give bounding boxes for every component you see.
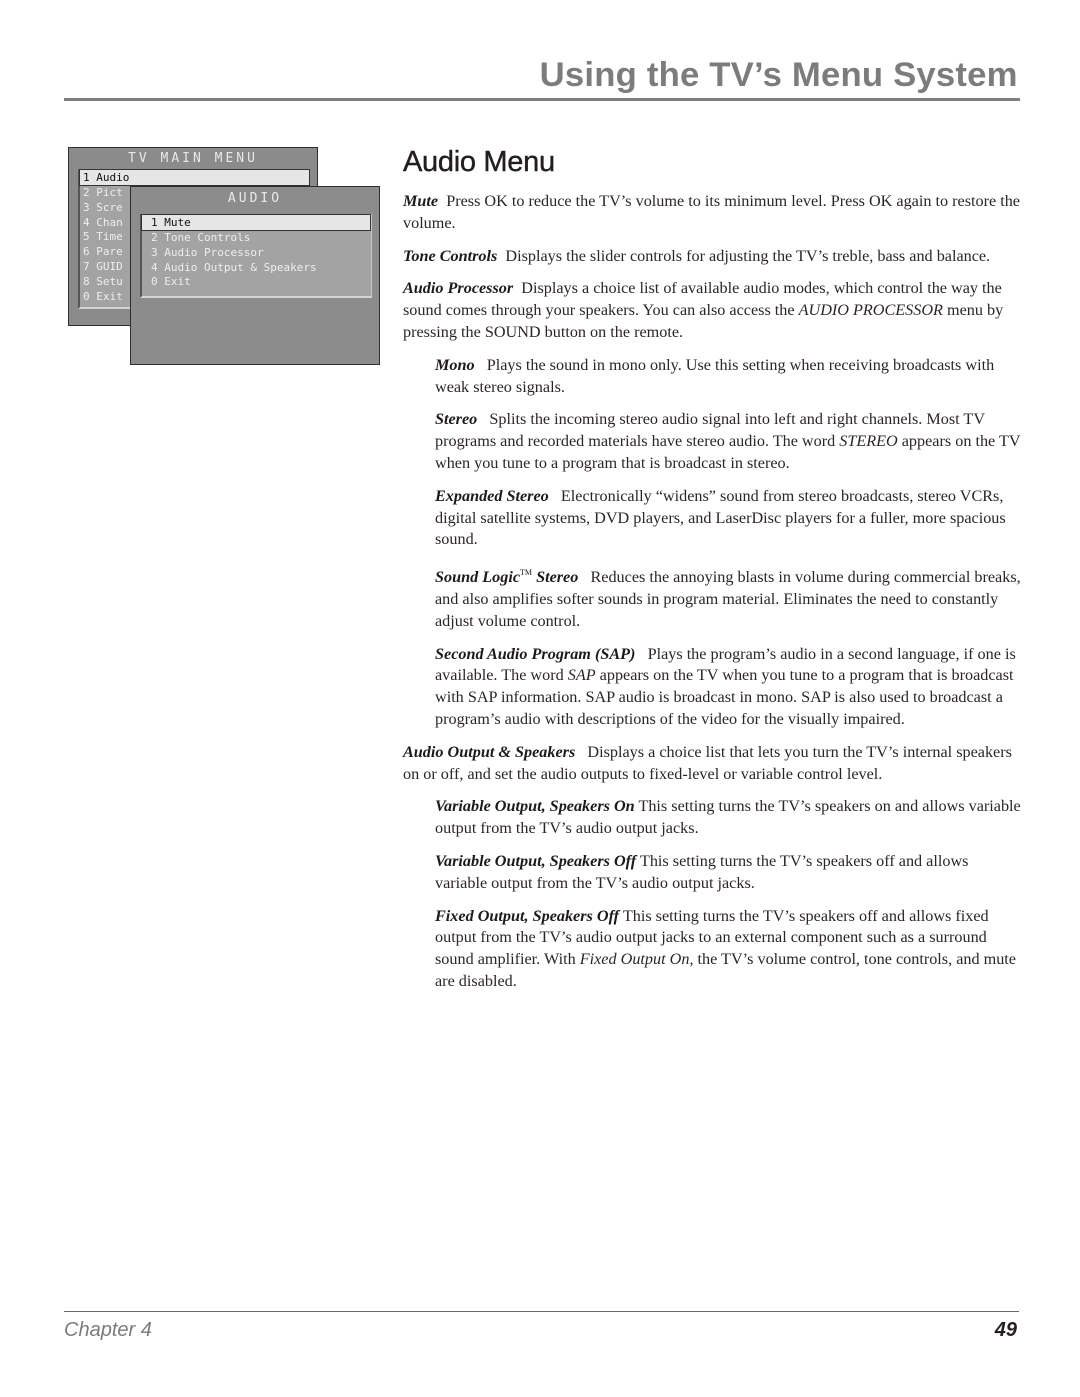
term: Audio Processor — [403, 279, 514, 298]
paragraph-sound-logic-stereo: Sound LogicTM Stereo Reduces the annoyin… — [435, 562, 1023, 632]
main-content: Audio Menu Mute Press OK to reduce the T… — [403, 146, 1023, 1004]
paragraph-audio-processor: Audio Processor Displays a choice list o… — [403, 278, 1023, 343]
page-footer: Chapter 4 49 — [64, 1311, 1019, 1341]
term: Mute — [403, 192, 439, 210]
audio-menu-item: 2 Tone Controls — [151, 231, 251, 244]
paragraph-variable-output-speakers-off: Variable Output, Speakers Off This setti… — [435, 851, 1023, 895]
paragraph-tone-controls: Tone Controls Displays the slider contro… — [403, 246, 1023, 268]
paragraph-fixed-output-speakers-off: Fixed Output, Speakers Off This setting … — [435, 906, 1023, 993]
emphasis: AUDIO PROCESSOR — [798, 301, 943, 320]
header-rule — [64, 98, 1020, 101]
chapter-label: Chapter 4 — [64, 1319, 152, 1341]
paragraph-sap: Second Audio Program (SAP) Plays the pro… — [435, 644, 1023, 731]
tv-audio-menu: AUDIO 1 Mute 2 Tone Controls 3 Audio Pro… — [130, 186, 380, 365]
paragraph-expanded-stereo: Expanded Stereo Electronically “widens” … — [435, 486, 1023, 551]
term: Variable Output, Speakers On — [435, 797, 635, 816]
term-part: Sound Logic — [435, 568, 521, 587]
audio-menu-item: 4 Audio Output & Speakers — [151, 260, 317, 274]
page-header: Using the TV’s Menu System — [64, 56, 1020, 101]
paragraph-variable-output-speakers-on: Variable Output, Speakers On This settin… — [435, 796, 1023, 840]
audio-menu-list: 1 Mute 2 Tone Controls 3 Audio Processor… — [140, 214, 372, 298]
term: Variable Output, Speakers Off — [435, 851, 637, 870]
term: Stereo — [435, 410, 478, 429]
term: Sound LogicTM Stereo — [435, 568, 578, 586]
audio-menu-title: AUDIO — [227, 191, 283, 206]
description: Plays the sound in mono only. Use this s… — [435, 355, 995, 396]
emphasis: STEREO — [839, 432, 898, 451]
term: Audio Output & Speakers — [403, 742, 576, 761]
main-menu-title: TV MAIN MENU — [128, 151, 258, 166]
term: Fixed Output, Speakers Off — [435, 906, 620, 925]
paragraph-audio-output-speakers: Audio Output & Speakers Displays a choic… — [403, 742, 1023, 786]
trademark-symbol: TM — [520, 568, 533, 578]
description: Displays the slider controls for adjusti… — [505, 246, 991, 265]
description: Press OK to reduce the TV’s volume to it… — [403, 192, 1020, 232]
term-part: Stereo — [532, 568, 579, 587]
footer-rule — [64, 1311, 1019, 1312]
term: Tone Controls — [403, 246, 498, 265]
main-menu-item: 1 Audio — [79, 169, 310, 186]
audio-menu-item: 3 Audio Processor — [151, 245, 264, 259]
tv-menu-illustration: TV MAIN MENU 1 Audio 2 Pict 3 Scre 4 Cha… — [68, 147, 380, 365]
emphasis: SAP — [567, 666, 596, 685]
term: Mono — [435, 355, 475, 374]
paragraph-mute: Mute Press OK to reduce the TV’s volume … — [403, 191, 1023, 235]
page-header-title: Using the TV’s Menu System — [539, 56, 1018, 94]
audio-menu-item: 1 Mute — [141, 214, 371, 231]
emphasis: Fixed Output On — [579, 950, 690, 969]
term: Expanded Stereo — [435, 486, 549, 505]
page-number: 49 — [994, 1319, 1017, 1341]
paragraph-mono: Mono Plays the sound in mono only. Use t… — [435, 355, 1023, 399]
paragraph-stereo: Stereo Splits the incoming stereo audio … — [435, 409, 1023, 474]
section-title: Audio Menu — [403, 146, 555, 178]
term: Second Audio Program (SAP) — [435, 644, 636, 663]
audio-menu-item: 0 Exit — [151, 275, 191, 289]
